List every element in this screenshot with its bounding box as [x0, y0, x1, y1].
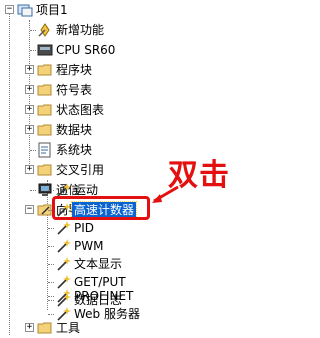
tree-root-label: 项目1 — [36, 3, 68, 17]
wizard-item-label: PID — [74, 221, 95, 235]
expand-icon[interactable]: + — [25, 85, 34, 94]
folder-icon — [37, 322, 52, 334]
tree-line — [30, 50, 36, 51]
tree-root[interactable]: − 项目1 — [0, 0, 273, 20]
folder-icon — [37, 64, 52, 76]
tree-line — [48, 228, 54, 229]
expand-icon[interactable]: + — [25, 65, 34, 74]
folder-icon — [37, 164, 52, 176]
expand-icon[interactable]: + — [25, 125, 34, 134]
tree-item-label: 交叉引用 — [56, 163, 105, 177]
tree-item-label: 系统块 — [56, 143, 93, 157]
highlight-callout-box — [52, 196, 150, 220]
tree-item-cpu[interactable]: CPU SR60 — [0, 40, 273, 60]
tree-item-label: 工具 — [56, 321, 81, 335]
system-block-icon — [38, 142, 51, 158]
expand-icon[interactable]: + — [25, 105, 34, 114]
cpu-icon — [37, 44, 53, 56]
tree-line — [30, 150, 36, 151]
tree-line — [48, 314, 54, 315]
wizard-wand-icon — [57, 257, 71, 271]
tree-item-label: 符号表 — [56, 83, 93, 97]
tree-item-label: 程序块 — [56, 63, 93, 77]
expand-icon[interactable]: + — [25, 323, 34, 332]
tree-item-program-block[interactable]: + 程序块 — [0, 60, 273, 80]
tree-item-symbol-table[interactable]: + 符号表 — [0, 80, 273, 100]
tree-item-label: 数据块 — [56, 123, 93, 137]
wizard-item-pwm[interactable]: PWM — [0, 236, 273, 256]
tree-line — [48, 190, 54, 191]
wizard-item-pid[interactable]: PID — [0, 218, 273, 238]
wizard-wand-icon — [57, 239, 71, 253]
annotation-arrow-icon — [152, 185, 179, 203]
wizard-item-label: 文本显示 — [74, 257, 123, 271]
tree-item-cross-reference[interactable]: + 交叉引用 — [0, 160, 273, 180]
wizard-wand-icon — [57, 289, 71, 303]
wizard-item-label: PROFINET — [74, 289, 134, 303]
wizard-item-text-display[interactable]: 文本显示 — [0, 254, 273, 274]
tree-item-status-chart[interactable]: + 状态图表 — [0, 100, 273, 120]
tree-item-label: 状态图表 — [56, 103, 105, 117]
wizard-item-label: PWM — [74, 239, 104, 253]
folder-icon — [37, 124, 52, 136]
tree-item-system-block[interactable]: 系统块 — [0, 140, 273, 160]
tree-item-label: 新增功能 — [56, 23, 105, 37]
tree-item-tools[interactable]: + 工具 — [0, 318, 273, 338]
wizard-wand-icon — [57, 221, 71, 235]
collapse-icon[interactable]: − — [5, 5, 14, 14]
folder-icon — [37, 104, 52, 116]
new-feature-icon — [38, 23, 50, 37]
folder-icon — [37, 84, 52, 96]
tree-line — [30, 30, 36, 31]
wizard-item-profinet[interactable]: PROFINET — [0, 286, 273, 306]
tree-line — [48, 296, 54, 297]
tree-item-new-feature[interactable]: 新增功能 — [0, 20, 273, 40]
project-icon — [17, 4, 33, 17]
tree-line — [48, 264, 54, 265]
tree-item-label: CPU SR60 — [56, 43, 116, 57]
tree-line — [48, 282, 54, 283]
expand-icon[interactable]: + — [25, 165, 34, 174]
tree-item-data-block[interactable]: + 数据块 — [0, 120, 273, 140]
tree-line — [48, 246, 54, 247]
